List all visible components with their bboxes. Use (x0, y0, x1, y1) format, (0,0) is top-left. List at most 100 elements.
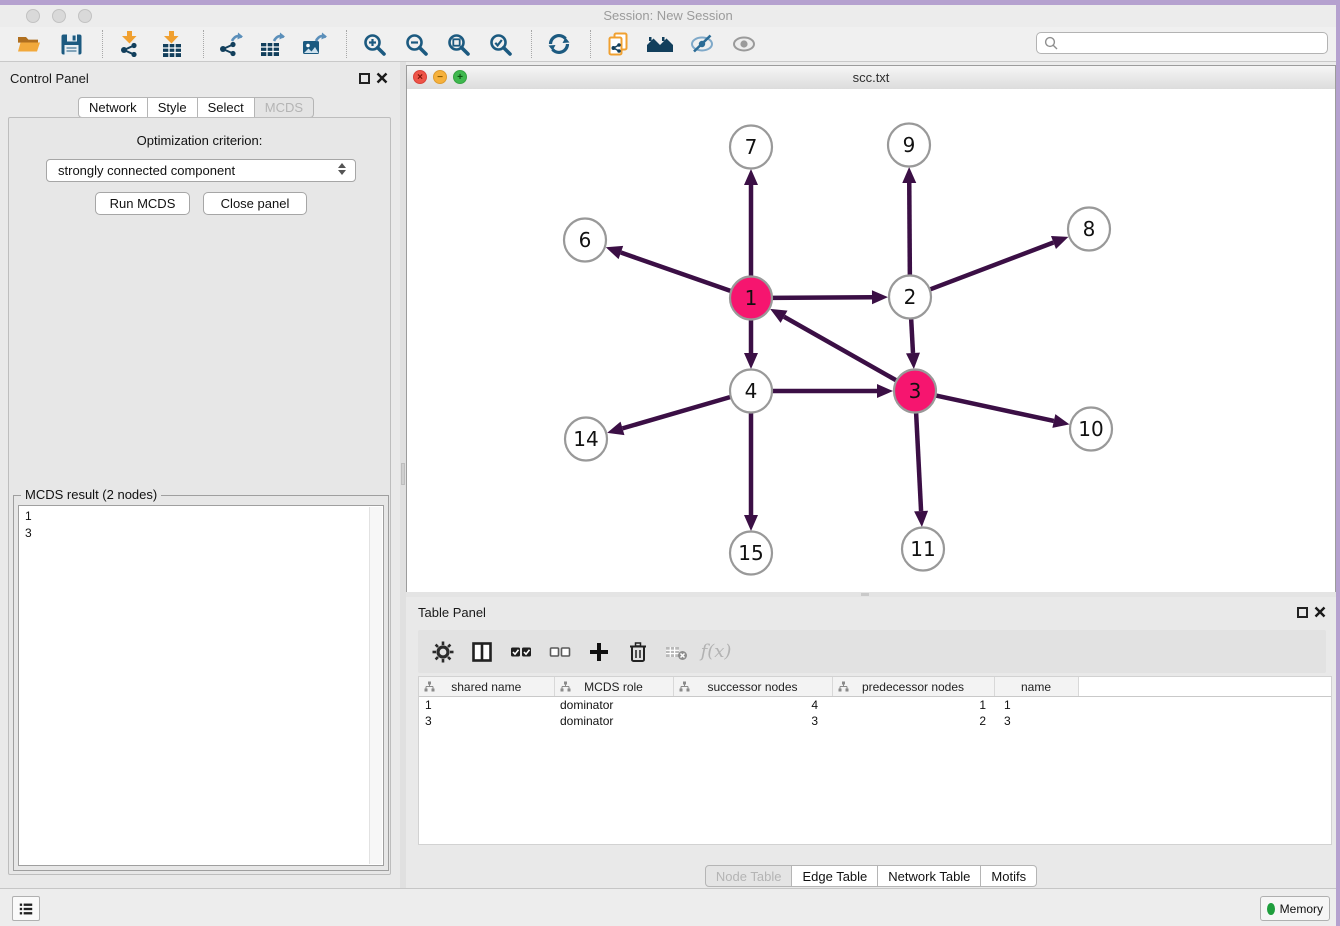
home-views-button[interactable] (645, 29, 675, 59)
tab-network-table[interactable]: Network Table (878, 865, 981, 887)
sort-tree-icon (838, 681, 849, 695)
show-columns-button[interactable] (469, 639, 495, 665)
table-cell[interactable]: 3 (419, 713, 554, 729)
close-panel-icon[interactable] (376, 72, 389, 85)
graph-edge[interactable] (906, 318, 920, 369)
graph-node[interactable]: 14 (565, 418, 607, 461)
table-cell[interactable]: 3 (673, 713, 832, 729)
search-input[interactable] (1062, 33, 1327, 53)
graph-node[interactable]: 8 (1068, 208, 1110, 251)
graph-node[interactable]: 15 (730, 532, 772, 575)
graph-edge[interactable] (744, 319, 758, 369)
clone-network-button[interactable] (603, 29, 633, 59)
column-header-name[interactable]: name (994, 677, 1078, 697)
import-network-button[interactable] (115, 29, 145, 59)
tab-style[interactable]: Style (148, 97, 198, 118)
table-cell[interactable]: 1 (832, 697, 994, 714)
network-canvas[interactable]: 7 9 6 8 1 2 4 3 14 10 15 11 (407, 89, 1335, 592)
import-table-button[interactable] (157, 29, 187, 59)
refresh-button[interactable] (544, 29, 574, 59)
table-cell[interactable]: 2 (832, 713, 994, 729)
graph-node[interactable]: 3 (894, 370, 936, 413)
tab-network[interactable]: Network (78, 97, 148, 118)
graph-edge[interactable] (914, 412, 928, 527)
graph-edge[interactable] (770, 309, 897, 381)
memory-button[interactable]: Memory (1260, 896, 1330, 921)
graph-node-label: 11 (910, 537, 935, 561)
graph-edge[interactable] (772, 290, 888, 304)
network-view-window: × − + scc.txt 7 9 6 8 1 2 4 3 14 10 15 11 (406, 65, 1336, 592)
unselect-all-columns-button[interactable] (547, 639, 573, 665)
tab-edge-table[interactable]: Edge Table (792, 865, 878, 887)
graph-edge[interactable] (930, 236, 1069, 290)
show-graphics-button[interactable] (729, 29, 759, 59)
column-header-predecessor-nodes[interactable]: predecessor nodes (832, 677, 994, 697)
table-float-icon[interactable] (1297, 607, 1308, 618)
memory-status-icon (1267, 903, 1275, 915)
column-header-mcds-role[interactable]: MCDS role (554, 677, 673, 697)
graph-edge[interactable] (936, 395, 1070, 427)
graph-edge[interactable] (744, 169, 758, 277)
graph-node[interactable]: 9 (888, 124, 930, 167)
tab-node-table[interactable]: Node Table (705, 865, 793, 887)
zoom-fit-button[interactable] (443, 29, 473, 59)
mcds-result-list[interactable]: 13 (18, 505, 384, 866)
table-row[interactable]: 3dominator323 (419, 713, 1331, 729)
zoom-selected-button[interactable] (485, 29, 515, 59)
delete-columns-button[interactable] (625, 639, 651, 665)
export-image-button[interactable] (300, 29, 330, 59)
table-mode-button[interactable] (430, 639, 456, 665)
export-network-button[interactable] (216, 29, 246, 59)
table-cell[interactable]: 1 (994, 697, 1078, 714)
task-history-button[interactable] (12, 896, 40, 921)
graph-edge[interactable] (902, 167, 916, 276)
function-builder-button[interactable]: f(x) (703, 639, 729, 665)
table-cell[interactable]: 4 (673, 697, 832, 714)
float-panel-icon[interactable] (359, 73, 370, 84)
tab-select[interactable]: Select (198, 97, 255, 118)
table-cell[interactable]: 3 (994, 713, 1078, 729)
delete-table-button[interactable] (664, 639, 690, 665)
table-close-icon[interactable] (1314, 606, 1327, 619)
tab-motifs[interactable]: Motifs (981, 865, 1037, 887)
result-scrollbar[interactable] (369, 507, 382, 864)
network-window-titlebar[interactable]: × − + scc.txt (407, 66, 1335, 90)
close-panel-button[interactable]: Close panel (203, 192, 307, 215)
open-session-button[interactable] (14, 29, 44, 59)
table-cell[interactable]: 1 (419, 697, 554, 714)
graph-node[interactable]: 1 (730, 277, 772, 320)
graph-node[interactable]: 2 (889, 276, 931, 319)
graph-node-label: 10 (1078, 417, 1103, 441)
graph-node[interactable]: 7 (730, 126, 772, 169)
table-cell[interactable]: dominator (554, 697, 673, 714)
search-box[interactable] (1036, 32, 1328, 54)
add-column-button[interactable] (586, 639, 612, 665)
table-panel-header: Table Panel (406, 597, 1336, 627)
graph-node[interactable]: 6 (564, 219, 606, 262)
run-mcds-button[interactable]: Run MCDS (95, 192, 190, 215)
hide-graphics-icon (689, 31, 715, 57)
graph-node[interactable]: 10 (1070, 408, 1112, 451)
graph-node[interactable]: 4 (730, 370, 772, 413)
zoom-out-button[interactable] (401, 29, 431, 59)
table-cell[interactable]: dominator (554, 713, 673, 729)
table-row[interactable]: 1dominator411 (419, 697, 1331, 714)
column-header-successor-nodes[interactable]: successor nodes (673, 677, 832, 697)
zoom-in-button[interactable] (359, 29, 389, 59)
graph-edge[interactable] (607, 397, 731, 435)
tab-mcds[interactable]: MCDS (255, 97, 314, 118)
criterion-dropdown[interactable]: strongly connected component (46, 159, 356, 182)
save-session-button[interactable] (56, 29, 86, 59)
toolbar-separator (346, 30, 348, 58)
list-icon (19, 901, 33, 917)
table-cell-filler (1078, 697, 1331, 714)
graph-edge[interactable] (606, 246, 731, 291)
hide-graphics-button[interactable] (687, 29, 717, 59)
graph-edge[interactable] (772, 384, 893, 398)
select-all-columns-button[interactable] (508, 639, 534, 665)
network-graph[interactable]: 7 9 6 8 1 2 4 3 14 10 15 11 (407, 89, 1335, 592)
graph-node[interactable]: 11 (902, 528, 944, 571)
column-header-shared-name[interactable]: shared name (419, 677, 554, 697)
graph-edge[interactable] (744, 412, 758, 531)
export-table-button[interactable] (258, 29, 288, 59)
